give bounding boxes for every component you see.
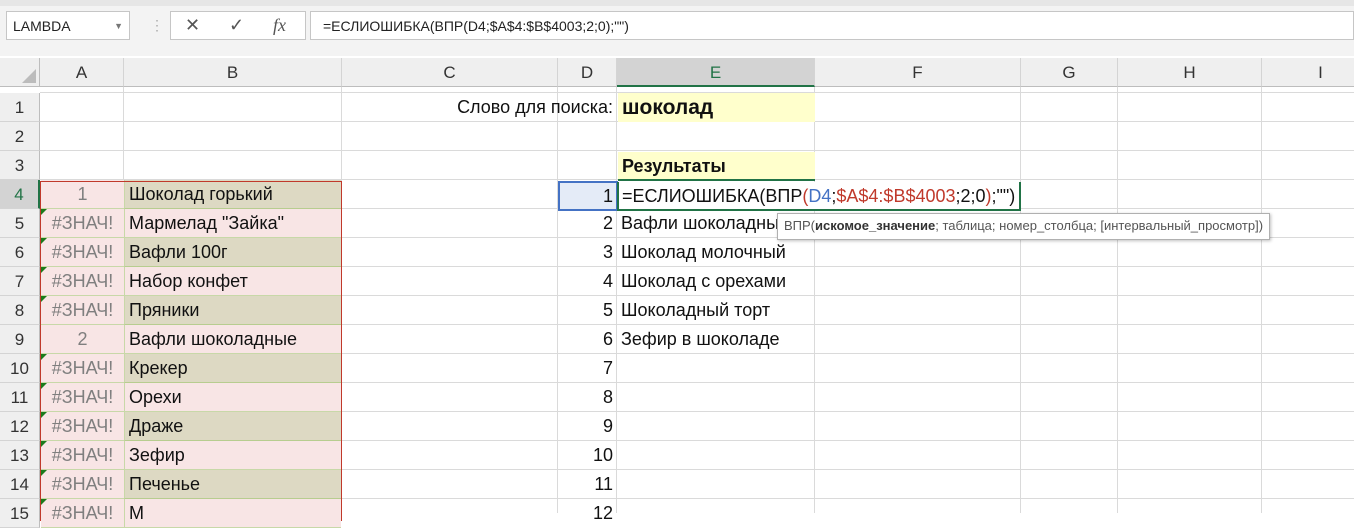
number-cell[interactable]: 8 xyxy=(558,383,617,412)
table-cell-a[interactable]: #ЗНАЧ! xyxy=(41,238,124,267)
gridline xyxy=(1020,87,1021,513)
column-header-i[interactable]: I xyxy=(1262,58,1354,87)
table-cell-b[interactable]: Пряники xyxy=(124,296,341,325)
result-cell[interactable]: Шоколадный торт xyxy=(617,296,774,325)
number-cell[interactable]: 4 xyxy=(558,267,617,296)
gridline xyxy=(814,87,815,513)
row-header-13[interactable]: 13 xyxy=(0,441,40,470)
column-header-h[interactable]: H xyxy=(1118,58,1262,87)
column-header-d[interactable]: D xyxy=(558,58,617,87)
formula-ref-d4: D4 xyxy=(808,186,832,206)
row-header-7[interactable]: 7 xyxy=(0,267,40,296)
table-cell-a[interactable]: #ЗНАЧ! xyxy=(41,412,124,441)
row-header-2[interactable]: 2 xyxy=(0,122,40,151)
number-cell[interactable]: 7 xyxy=(558,354,617,383)
table-cell-a[interactable]: #ЗНАЧ! xyxy=(41,470,124,499)
number-cell[interactable]: 12 xyxy=(558,499,617,528)
table-cell-a[interactable]: #ЗНАЧ! xyxy=(41,499,124,528)
name-box[interactable]: LAMBDA ▼ xyxy=(6,11,130,40)
column-header-e[interactable]: E xyxy=(617,58,815,87)
column-header-b[interactable]: B xyxy=(124,58,342,87)
table-cell-a[interactable]: #ЗНАЧ! xyxy=(41,209,124,238)
formula-part: =ЕСЛИОШИБКА(ВПР xyxy=(622,186,803,206)
column-header-g[interactable]: G xyxy=(1021,58,1118,87)
table-cell-a[interactable]: #ЗНАЧ! xyxy=(41,354,124,383)
cancel-icon[interactable]: ✕ xyxy=(185,15,200,36)
table-cell-a[interactable]: #ЗНАЧ! xyxy=(41,267,124,296)
row-header-11[interactable]: 11 xyxy=(0,383,40,412)
chevron-down-icon[interactable]: ▼ xyxy=(114,12,123,41)
column-header-a[interactable]: A xyxy=(40,58,124,87)
table-cell-a[interactable]: 1 xyxy=(41,180,124,209)
table-cell-b[interactable]: М xyxy=(124,499,341,528)
row-header-15[interactable]: 15 xyxy=(0,499,40,528)
search-label: Слово для поиска: xyxy=(457,97,613,117)
row-header-8[interactable]: 8 xyxy=(0,296,40,325)
tooltip-args: ; таблица; номер_столбца; [интервальный_… xyxy=(935,218,1264,233)
enter-icon[interactable]: ✓ xyxy=(229,15,244,36)
formula-part: ;2;0 xyxy=(955,186,986,206)
row-header-10[interactable]: 10 xyxy=(0,354,40,383)
results-header: Результаты xyxy=(618,152,815,181)
table-cell-a[interactable]: #ЗНАЧ! xyxy=(41,296,124,325)
search-value-cell[interactable]: шоколад xyxy=(618,93,815,122)
column-header-c[interactable]: C xyxy=(342,58,558,87)
number-cell[interactable]: 5 xyxy=(558,296,617,325)
table-cell-b[interactable]: Орехи xyxy=(124,383,341,412)
table-cell-b[interactable]: Вафли шоколадные xyxy=(124,325,341,354)
number-cell[interactable]: 3 xyxy=(558,238,617,267)
number-cell[interactable]: 6 xyxy=(558,325,617,354)
row-header-3[interactable]: 3 xyxy=(0,151,40,180)
function-tooltip: ВПР(искомое_значение; таблица; номер_сто… xyxy=(777,213,1271,240)
table-cell-a[interactable]: #ЗНАЧ! xyxy=(41,383,124,412)
row-header-4[interactable]: 4 xyxy=(0,180,40,209)
tooltip-current-arg[interactable]: искомое_значение xyxy=(815,218,935,233)
row-header-9[interactable]: 9 xyxy=(0,325,40,354)
table-cell-a[interactable]: #ЗНАЧ! xyxy=(41,441,124,470)
gridline xyxy=(1117,87,1118,513)
column-header-f[interactable]: F xyxy=(815,58,1021,87)
number-cell[interactable]: 10 xyxy=(558,441,617,470)
select-all-button[interactable] xyxy=(0,58,40,87)
number-cell[interactable]: 9 xyxy=(558,412,617,441)
table-cell-a[interactable]: 2 xyxy=(41,325,124,354)
gridline xyxy=(1261,87,1262,513)
result-cell[interactable]: Шоколад молочный xyxy=(617,238,790,267)
number-cell[interactable]: 1 xyxy=(558,182,617,211)
row-header-14[interactable]: 14 xyxy=(0,470,40,499)
tooltip-fn[interactable]: ВПР( xyxy=(784,218,815,233)
result-cell[interactable]: Зефир в шоколаде xyxy=(617,325,784,354)
table-cell-b[interactable]: Печенье xyxy=(124,470,341,499)
row-header-12[interactable]: 12 xyxy=(0,412,40,441)
table-cell-b[interactable]: Зефир xyxy=(124,441,341,470)
table-cell-b[interactable]: Крекер xyxy=(124,354,341,383)
row-header-5[interactable]: 5 xyxy=(0,209,40,238)
result-cell[interactable]: Вафли шоколадные xyxy=(617,209,793,238)
formula-buttons: ✕ ✓ fx xyxy=(170,11,306,40)
drag-handle-icon[interactable]: ⋮ xyxy=(150,17,164,34)
table-cell-b[interactable]: Драже xyxy=(124,412,341,441)
name-box-value: LAMBDA xyxy=(13,18,71,34)
insert-function-icon[interactable]: fx xyxy=(273,15,286,36)
active-cell-editor[interactable]: =ЕСЛИОШИБКА(ВПР(D4;$A$4:$B$4003;2;0);"") xyxy=(617,182,1022,211)
table-cell-b[interactable]: Вафли 100г xyxy=(124,238,341,267)
table-cell-b[interactable]: Шоколад горький xyxy=(124,180,341,209)
gridline xyxy=(341,87,342,513)
formula-input[interactable]: =ЕСЛИОШИБКА(ВПР(D4;$A$4:$B$4003;2;0);"") xyxy=(310,11,1354,40)
number-cell[interactable]: 11 xyxy=(558,470,617,499)
table-cell-b[interactable]: Набор конфет xyxy=(124,267,341,296)
row-header-1[interactable]: 1 xyxy=(0,93,40,122)
number-cell[interactable]: 2 xyxy=(558,209,617,238)
result-cell[interactable]: Шоколад с орехами xyxy=(617,267,790,296)
table-cell-b[interactable]: Мармелад "Зайка" xyxy=(124,209,341,238)
row-header-6[interactable]: 6 xyxy=(0,238,40,267)
formula-part: ;"") xyxy=(991,186,1016,206)
formula-ref-range: $A$4:$B$4003 xyxy=(836,186,956,206)
